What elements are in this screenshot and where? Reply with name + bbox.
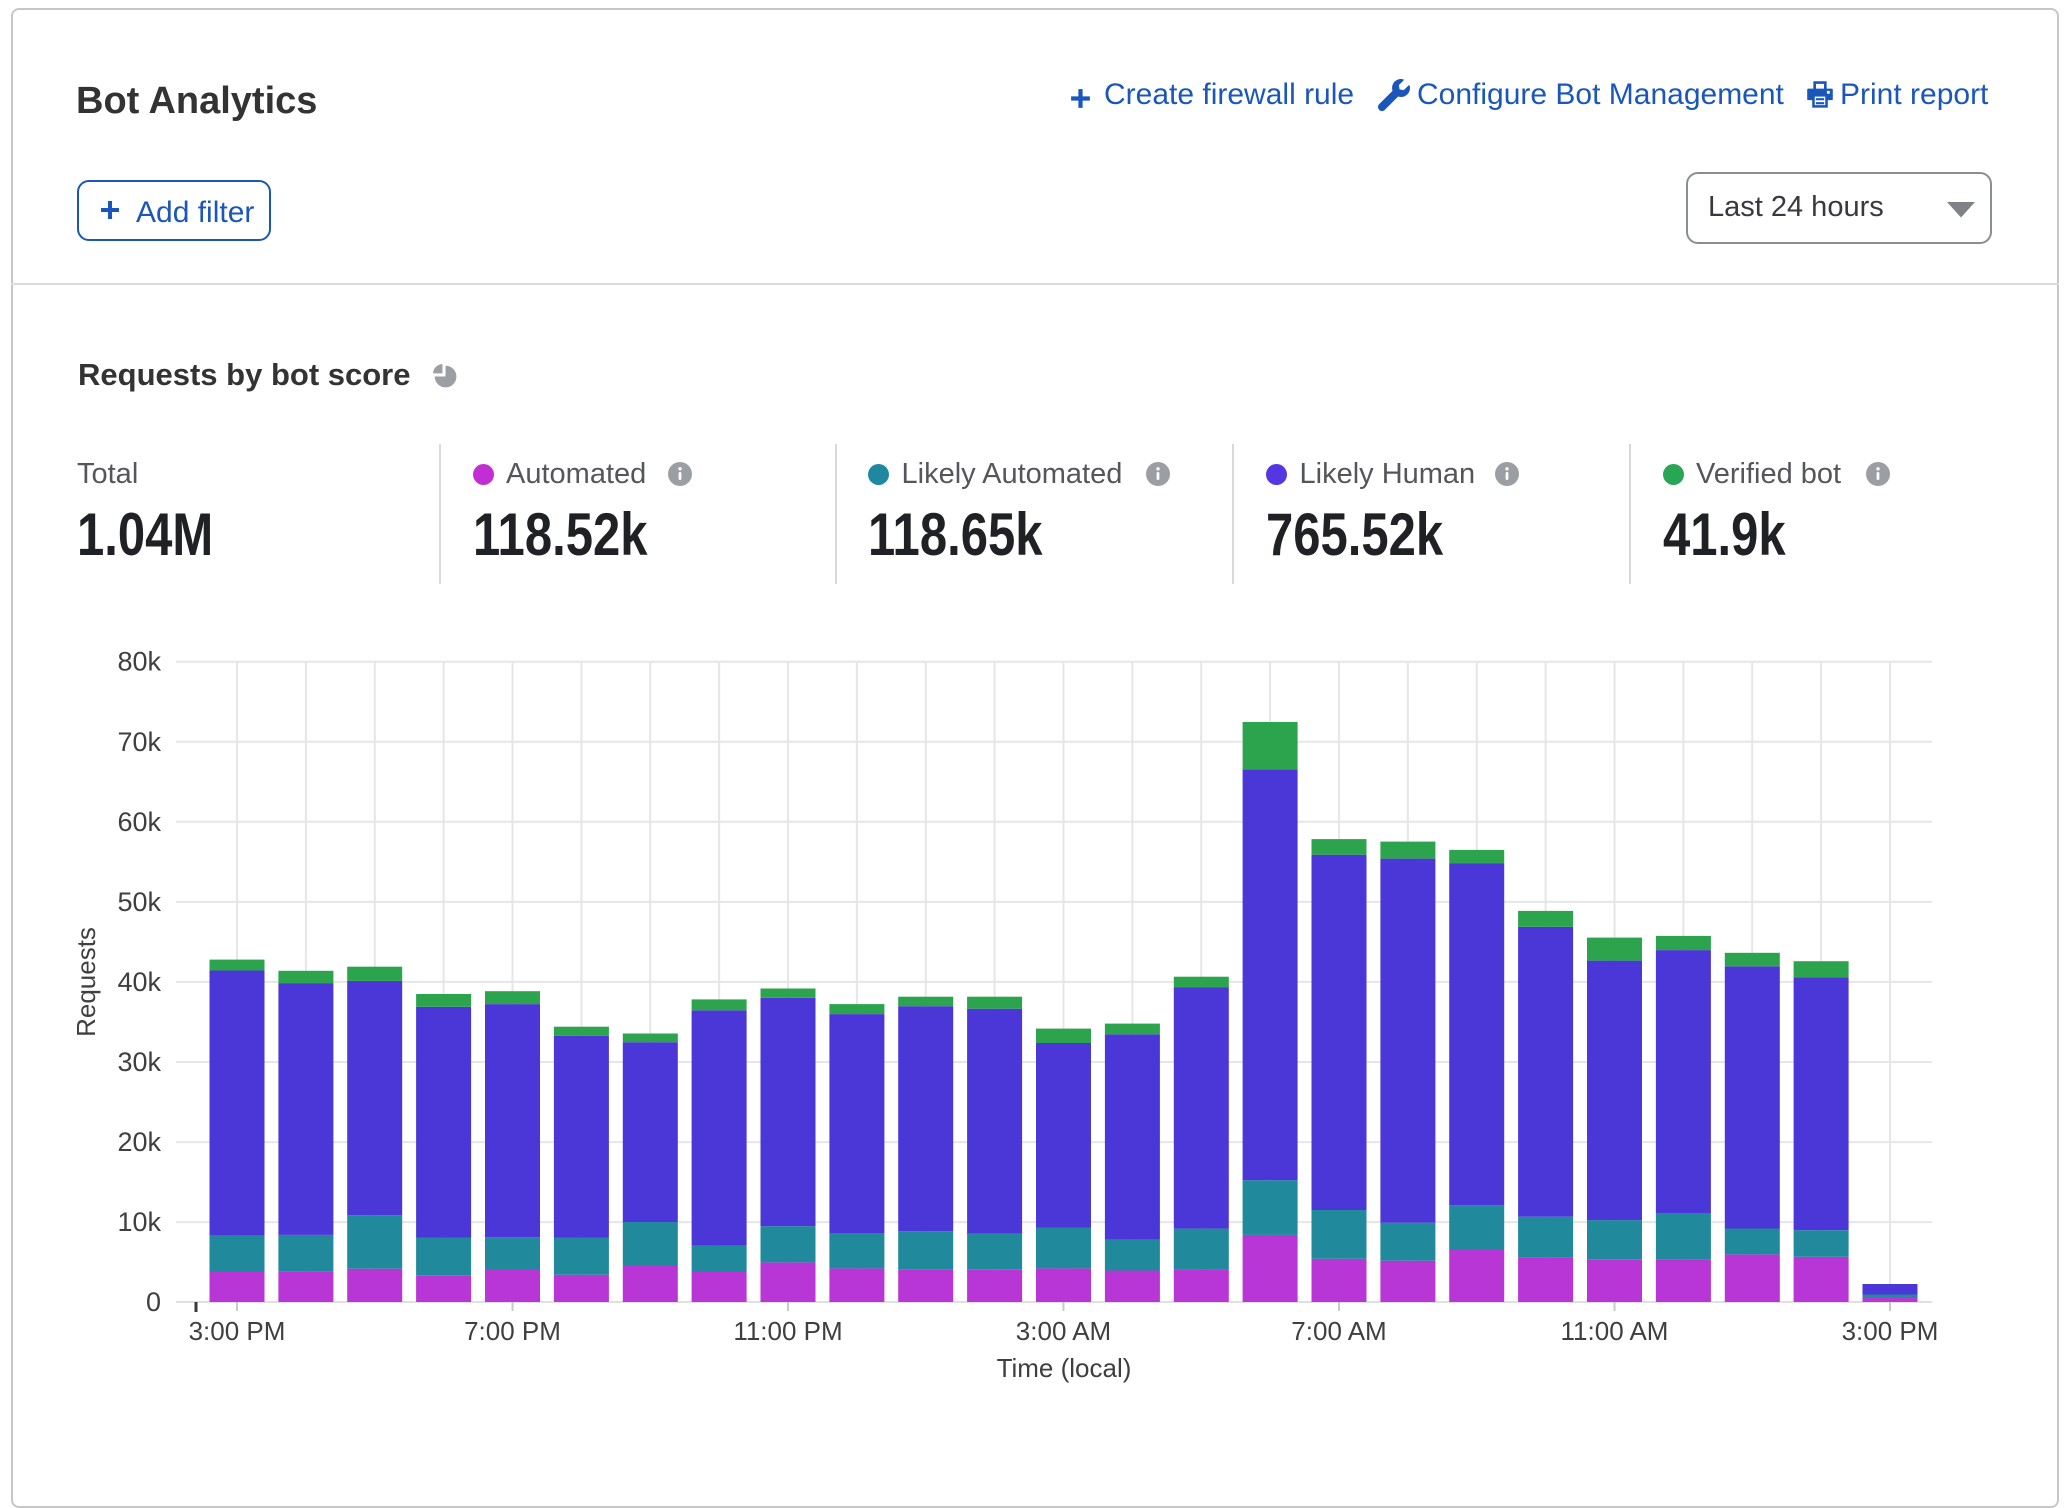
- svg-text:80k: 80k: [117, 647, 161, 677]
- svg-text:7:00 AM: 7:00 AM: [1291, 1316, 1386, 1346]
- svg-text:11:00 PM: 11:00 PM: [733, 1316, 842, 1346]
- svg-text:3:00 PM: 3:00 PM: [189, 1316, 286, 1346]
- svg-text:0: 0: [146, 1287, 161, 1317]
- svg-text:50k: 50k: [117, 887, 161, 917]
- svg-text:20k: 20k: [117, 1127, 161, 1157]
- svg-text:3:00 AM: 3:00 AM: [1016, 1316, 1111, 1346]
- svg-text:11:00 AM: 11:00 AM: [1561, 1316, 1669, 1346]
- svg-text:30k: 30k: [117, 1047, 161, 1077]
- svg-text:60k: 60k: [117, 807, 161, 837]
- svg-text:7:00 PM: 7:00 PM: [464, 1316, 561, 1346]
- svg-text:70k: 70k: [117, 727, 161, 757]
- svg-text:Time (local): Time (local): [997, 1353, 1132, 1383]
- svg-text:Requests: Requests: [71, 927, 101, 1037]
- svg-text:3:00 PM: 3:00 PM: [1842, 1316, 1939, 1346]
- svg-text:40k: 40k: [117, 967, 161, 997]
- svg-text:10k: 10k: [117, 1207, 161, 1237]
